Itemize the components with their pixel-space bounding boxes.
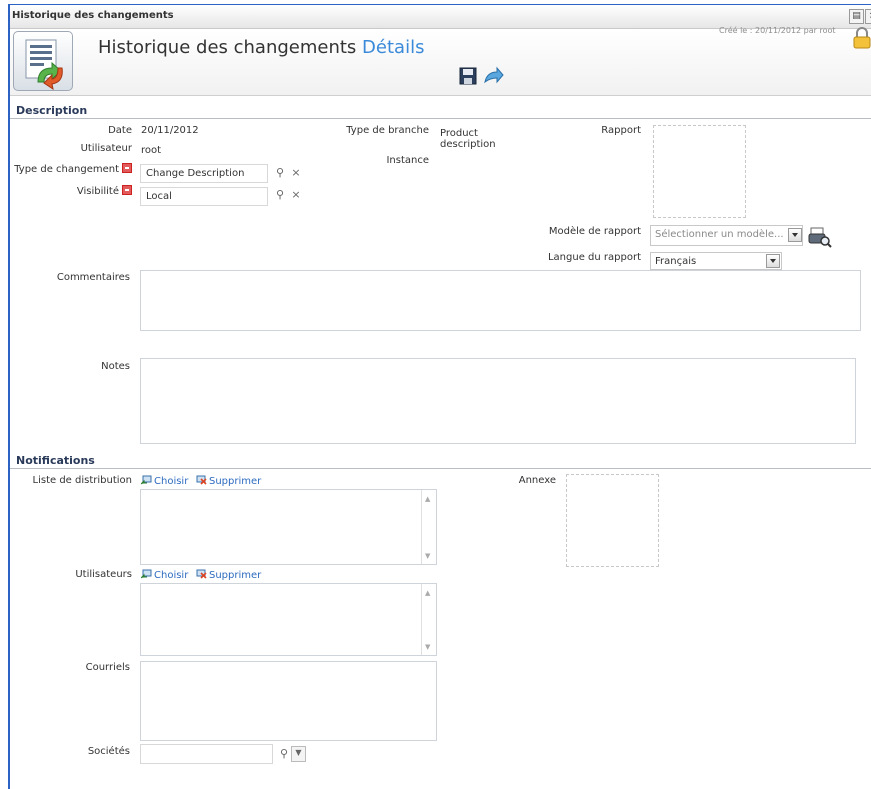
page-title-main: Historique des changements — [98, 37, 357, 58]
save-button[interactable] — [458, 66, 478, 86]
required-icon — [122, 185, 132, 195]
comments-label: Commentaires — [56, 272, 130, 283]
page-title: Historique des changements Détails — [98, 37, 424, 58]
scroll-down-icon[interactable]: ▼ — [425, 552, 430, 560]
report-model-select[interactable]: Sélectionner un modèle... — [650, 225, 803, 246]
emails-label: Courriels — [85, 662, 130, 673]
attachment-drop-area[interactable] — [566, 474, 659, 567]
users-label: Utilisateurs — [75, 569, 132, 580]
date-value: 20/11/2012 — [141, 125, 199, 136]
change-type-label: Type de changement — [14, 163, 132, 175]
users-choose-link[interactable]: Choisir — [141, 569, 188, 581]
choose-text: Choisir — [154, 476, 189, 487]
delete-icon — [196, 569, 207, 579]
visibility-field[interactable]: Local — [140, 187, 268, 206]
close-window-button[interactable]: × — [865, 9, 871, 24]
search-icon[interactable]: ⚲ — [272, 165, 288, 181]
clear-icon[interactable]: × — [288, 187, 304, 203]
scroll-down-icon[interactable]: ▼ — [425, 643, 430, 651]
search-icon[interactable]: ⚲ — [276, 746, 292, 762]
report-label: Rapport — [601, 125, 641, 136]
back-button[interactable] — [482, 66, 504, 86]
chevron-down-icon[interactable] — [788, 228, 802, 242]
user-value: root — [141, 145, 162, 156]
delete-text: Supprimer — [209, 570, 262, 581]
change-type-field[interactable]: Change Description — [140, 164, 268, 183]
notes-textarea[interactable] — [140, 358, 856, 444]
restore-window-button[interactable]: ▤ — [849, 9, 864, 24]
required-icon — [122, 163, 132, 173]
chevron-down-icon[interactable] — [766, 254, 780, 268]
branch-type-value-2: description — [440, 139, 496, 150]
distribution-list[interactable]: ▲ ▼ — [140, 489, 437, 565]
page-title-accent: Détails — [362, 37, 425, 58]
branch-type-label: Type de branche — [346, 125, 429, 136]
report-lang-select[interactable]: Français — [650, 252, 782, 270]
report-preview — [653, 125, 746, 218]
distribution-label: Liste de distribution — [32, 475, 132, 486]
delete-icon — [196, 475, 207, 485]
delete-text: Supprimer — [209, 476, 262, 487]
date-label: Date — [108, 125, 132, 136]
window-title: Historique des changements — [12, 10, 174, 21]
comments-textarea[interactable] — [140, 270, 861, 331]
history-app-icon — [13, 31, 73, 91]
notifications-divider — [10, 468, 871, 469]
chevron-down-icon[interactable]: ▼ — [291, 746, 306, 762]
created-info: Créé le : 20/11/2012 par root — [719, 26, 836, 35]
companies-field[interactable] — [140, 744, 273, 764]
distribution-delete-link[interactable]: Supprimer — [196, 475, 261, 487]
branch-type-value-1: Product — [440, 128, 478, 139]
description-heading: Description — [16, 104, 88, 117]
report-model-label: Modèle de rapport — [548, 226, 641, 237]
lock-icon[interactable] — [853, 27, 871, 49]
users-scrollbar[interactable]: ▲ ▼ — [421, 584, 436, 655]
report-lang-label: Langue du rapport — [547, 252, 641, 263]
companies-label: Sociétés — [87, 746, 130, 757]
notifications-heading: Notifications — [16, 454, 95, 467]
users-list[interactable]: ▲ ▼ — [140, 583, 437, 656]
choose-icon — [141, 569, 152, 579]
users-delete-link[interactable]: Supprimer — [196, 569, 261, 581]
search-icon[interactable]: ⚲ — [272, 187, 288, 203]
notes-label: Notes — [101, 361, 130, 372]
distribution-choose-link[interactable]: Choisir — [141, 475, 188, 487]
user-label: Utilisateur — [80, 143, 132, 154]
choose-icon — [141, 475, 152, 485]
instance-label: Instance — [386, 155, 429, 166]
attachment-label: Annexe — [518, 475, 556, 486]
choose-text: Choisir — [154, 570, 189, 581]
print-report-icon[interactable] — [808, 226, 832, 248]
scroll-up-icon[interactable]: ▲ — [425, 495, 430, 503]
scroll-up-icon[interactable]: ▲ — [425, 589, 430, 597]
emails-textarea[interactable] — [140, 661, 437, 741]
change-type-label-text: Type de changement — [14, 164, 119, 175]
distribution-scrollbar[interactable]: ▲ ▼ — [421, 490, 436, 564]
visibility-label: Visibilité — [77, 185, 132, 197]
clear-icon[interactable]: × — [288, 165, 304, 181]
visibility-label-text: Visibilité — [76, 186, 119, 197]
description-divider — [10, 118, 871, 119]
